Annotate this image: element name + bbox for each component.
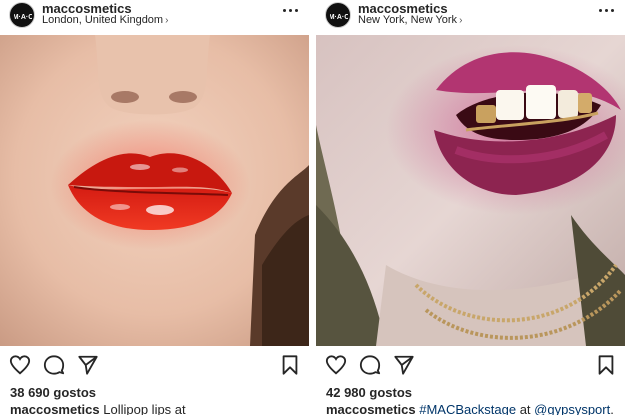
chevron-right-icon: › [459, 15, 463, 26]
caption-text: Lollipop lips at [103, 402, 186, 415]
heart-icon[interactable] [325, 354, 347, 376]
location-text: London, United Kingdom [42, 14, 164, 26]
action-bar [316, 352, 625, 378]
heart-icon[interactable] [9, 354, 31, 376]
location-link[interactable]: London, United Kingdom › [42, 14, 168, 26]
caption-hashtag[interactable]: #MACBackstage [419, 402, 516, 415]
post-header: M·A·C maccosmetics London, United Kingdo… [0, 0, 309, 35]
mac-logo-icon[interactable]: M·A·C [325, 2, 351, 28]
location-text: New York, New York [358, 14, 458, 26]
chevron-right-icon: › [165, 15, 169, 26]
mac-logo-icon[interactable]: M·A·C [9, 2, 35, 28]
caption-username[interactable]: maccosmetics [10, 402, 100, 415]
caption-period: . [610, 402, 614, 415]
like-count[interactable]: 42 980 gostos [326, 385, 412, 400]
post-caption: maccosmetics #MACBackstage at @gypsyspor… [326, 402, 614, 415]
red-glossy-lips-photo[interactable] [0, 35, 309, 346]
comment-icon[interactable] [43, 354, 65, 376]
post-caption: maccosmetics Lollipop lips at [10, 402, 186, 415]
comment-icon[interactable] [359, 354, 381, 376]
more-options-icon[interactable] [283, 4, 299, 16]
post-header: M·A·C maccosmetics New York, New York› [316, 0, 625, 35]
pink-lips-grill-photo[interactable] [316, 35, 625, 346]
bookmark-icon[interactable] [279, 354, 301, 376]
caption-mention[interactable]: @gypsysport [534, 402, 610, 415]
svg-text:M·A·C: M·A·C [330, 14, 348, 20]
caption-username[interactable]: maccosmetics [326, 402, 416, 415]
svg-text:M·A·C: M·A·C [14, 14, 32, 20]
like-count[interactable]: 38 690 gostos [10, 385, 96, 400]
more-options-icon[interactable] [599, 4, 615, 16]
bookmark-icon[interactable] [595, 354, 617, 376]
share-icon[interactable] [393, 354, 415, 376]
action-bar [0, 352, 309, 378]
post-divider [309, 0, 316, 415]
post-card-right: M·A·C maccosmetics New York, New York› [316, 0, 625, 415]
post-card-left: M·A·C maccosmetics London, United Kingdo… [0, 0, 309, 415]
caption-text: at [516, 402, 535, 415]
location-link[interactable]: New York, New York › [358, 14, 462, 26]
share-icon[interactable] [77, 354, 99, 376]
